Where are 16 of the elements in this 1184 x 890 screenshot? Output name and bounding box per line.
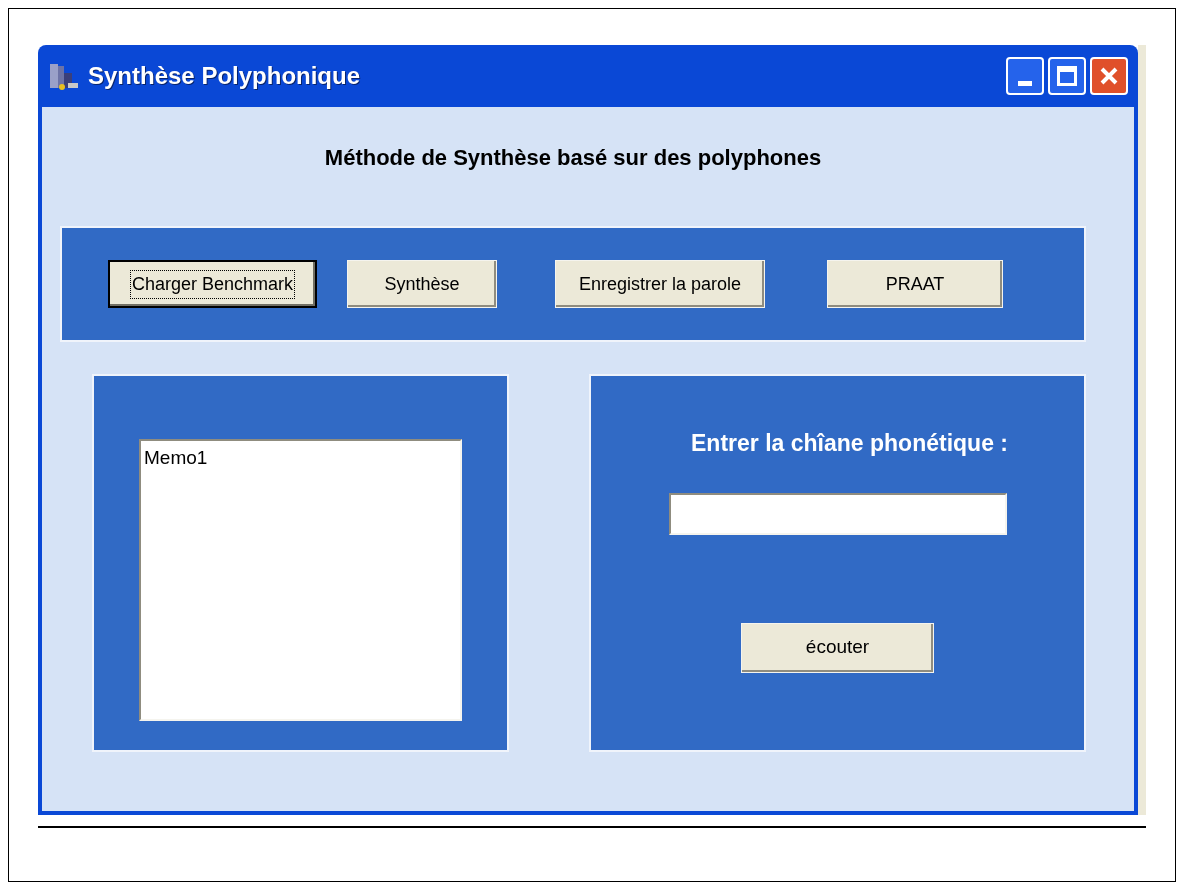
maximize-icon [1057, 66, 1077, 86]
phonetic-input[interactable] [668, 492, 1007, 535]
close-button[interactable] [1090, 57, 1128, 95]
toolbar-button[interactable]: Charger Benchmark [108, 260, 317, 308]
close-icon [1099, 66, 1119, 86]
toolbar-button[interactable]: PRAAT [827, 260, 1003, 308]
listen-button[interactable]: écouter [741, 622, 934, 673]
window-title: Synthèse Polyphonique [88, 61, 361, 91]
minimize-button[interactable] [1006, 57, 1044, 95]
form-heading: Méthode de Synthèse basé sur des polyphones [324, 144, 822, 172]
toolbar-button[interactable]: Synthèse [347, 260, 497, 308]
phonetic-label: Entrer la chîane phonétique : [691, 429, 1008, 458]
minimize-icon [1018, 81, 1032, 86]
memo-field[interactable]: Memo1 [139, 439, 462, 721]
maximize-button[interactable] [1048, 57, 1086, 95]
toolbar-button[interactable]: Enregistrer la parole [555, 260, 765, 308]
